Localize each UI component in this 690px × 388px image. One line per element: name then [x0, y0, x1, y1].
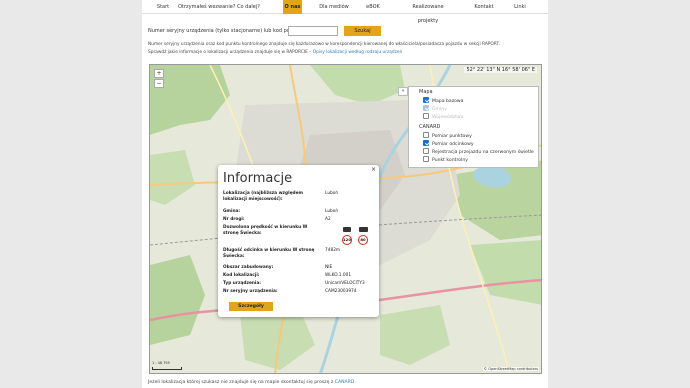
map[interactable]: + − 52° 22' 13" N 16° 58' 06" E 1 : 48 7…	[149, 64, 542, 374]
zoom-in-button[interactable]: +	[154, 69, 164, 78]
layer-gminy[interactable]: Gminy	[423, 105, 447, 113]
info-text-2: Sprawdź jakie informacje o lokalizacji u…	[148, 50, 402, 56]
field-value: Luboń	[325, 191, 339, 196]
checkbox-icon[interactable]	[423, 132, 429, 138]
layer-label: Pomiar odcinkowy	[432, 142, 474, 147]
nav-item-projekty[interactable]: Realizowane projekty	[403, 0, 453, 24]
layer-group-mapa: Mapa	[419, 89, 433, 95]
nav-item-wezwanie[interactable]: Otrzymałeś wezwanie? Co dalej?	[178, 0, 260, 14]
layer-switcher: « Mapa Mapa bazowa Gminy Województwa CAN…	[398, 86, 539, 168]
footer-suffix: .	[354, 380, 356, 385]
field-value: A2	[325, 217, 331, 222]
layer-czerwone-swiatlo[interactable]: Rejestracja przejazdu na czerwonym świet…	[423, 148, 534, 156]
search-label: Numer seryjny urządzenia (tylko stacjona…	[148, 28, 303, 34]
checkbox-icon[interactable]	[423, 148, 429, 154]
checkbox-icon[interactable]	[423, 97, 429, 103]
field-label: Obszar zabudowany:	[223, 265, 274, 270]
details-button[interactable]: Szczegóły	[229, 302, 273, 311]
speed-limit-sign: 120	[342, 235, 352, 245]
search-input[interactable]	[288, 26, 338, 36]
checkbox-icon[interactable]	[423, 140, 429, 146]
field-label: Nr seryjny urządzenia:	[223, 289, 278, 294]
locations-link[interactable]: Opisy lokalizacji według rodzaju urządze…	[313, 50, 403, 55]
layer-label: Pomiar punktowy	[432, 134, 472, 139]
map-coordinates: 52° 22' 13" N 16° 58' 06" E	[464, 67, 537, 73]
speed-limit-sign: 80	[358, 235, 368, 245]
footer-text-label: Jeżeli lokalizacja której szukasz nie zn…	[148, 380, 335, 385]
checkbox-icon[interactable]	[423, 156, 429, 162]
field-label: Gmina:	[223, 209, 241, 214]
field-value: Luboń	[325, 209, 339, 214]
layer-pomiar-odcinkowy[interactable]: Pomiar odcinkowy	[423, 140, 474, 148]
map-scale: 1 : 48 795	[152, 361, 170, 365]
field-label: Kod lokalizacji:	[223, 273, 260, 278]
truck-icon	[359, 227, 368, 232]
canard-link[interactable]: CANARD	[335, 380, 355, 385]
field-value: NIE	[325, 265, 333, 270]
checkbox-icon[interactable]	[423, 113, 429, 119]
field-value: CAM23003974	[325, 289, 357, 294]
popup-title: Informacje	[223, 171, 293, 186]
layer-group-canard: CANARD	[419, 124, 441, 130]
footer-text: Jeżeli lokalizacja której szukasz nie zn…	[148, 380, 356, 385]
close-icon[interactable]: ×	[371, 166, 376, 173]
search-button[interactable]: Szukaj	[344, 26, 381, 36]
map-scale-bar	[152, 367, 182, 370]
nav-item-o-nas[interactable]: O nas	[283, 0, 302, 14]
nav-item-ebok[interactable]: eBOK	[365, 0, 381, 14]
checkbox-icon[interactable]	[423, 105, 429, 111]
info-text: Numer seryjny urządzenia oraz kod punktu…	[148, 42, 500, 47]
nav-item-start[interactable]: Start	[152, 0, 174, 14]
page: Start Otrzymałeś wezwanie? Co dalej? O n…	[142, 0, 548, 388]
nav-item-linki[interactable]: Linki	[513, 0, 527, 14]
field-value: UnicamVELOCITY3	[325, 281, 365, 286]
layer-punkt-kontrolny[interactable]: Punkt kontrolny	[423, 156, 468, 164]
layer-label: Mapa bazowa	[432, 99, 464, 104]
field-value: WLKO.1.001	[325, 273, 352, 278]
layer-label: Punkt kontrolny	[432, 158, 468, 163]
top-navigation: Start Otrzymałeś wezwanie? Co dalej? O n…	[142, 0, 548, 24]
layer-mapa-bazowa[interactable]: Mapa bazowa	[423, 97, 464, 105]
layer-pomiar-punktowy[interactable]: Pomiar punktowy	[423, 132, 472, 140]
field-label: Dozwolona prędkość w kierunku W stronę Ś…	[223, 225, 308, 236]
field-label: Długość odcinka w kierunku W stronę Świe…	[223, 248, 315, 259]
layer-label: Województwa	[432, 115, 464, 120]
nav-item-dla-mediow[interactable]: Dla mediów	[318, 0, 350, 14]
info-text-2-label: Sprawdź jakie informacje o lokalizacji u…	[148, 50, 313, 55]
field-label: Typ urządzenia:	[223, 281, 262, 286]
map-attribution[interactable]: © OpenStreetMap contributors	[482, 367, 539, 371]
nav-item-kontakt[interactable]: Kontakt	[473, 0, 495, 14]
layer-label: Rejestracja przejazdu na czerwonym świet…	[432, 150, 534, 155]
layer-label: Gminy	[432, 107, 447, 112]
car-icon	[343, 227, 351, 232]
zoom-out-button[interactable]: −	[154, 79, 164, 88]
field-label: Nr drogi:	[223, 217, 245, 222]
info-popup: × Informacje Lokalizacja (najbliższa wzg…	[218, 165, 379, 317]
layer-wojewodztwa[interactable]: Województwa	[423, 113, 463, 121]
layer-switcher-toggle[interactable]: «	[398, 87, 408, 96]
field-value: 7482m	[325, 248, 341, 253]
field-label: Lokalizacja (najbliższa względem lokaliz…	[223, 191, 303, 202]
